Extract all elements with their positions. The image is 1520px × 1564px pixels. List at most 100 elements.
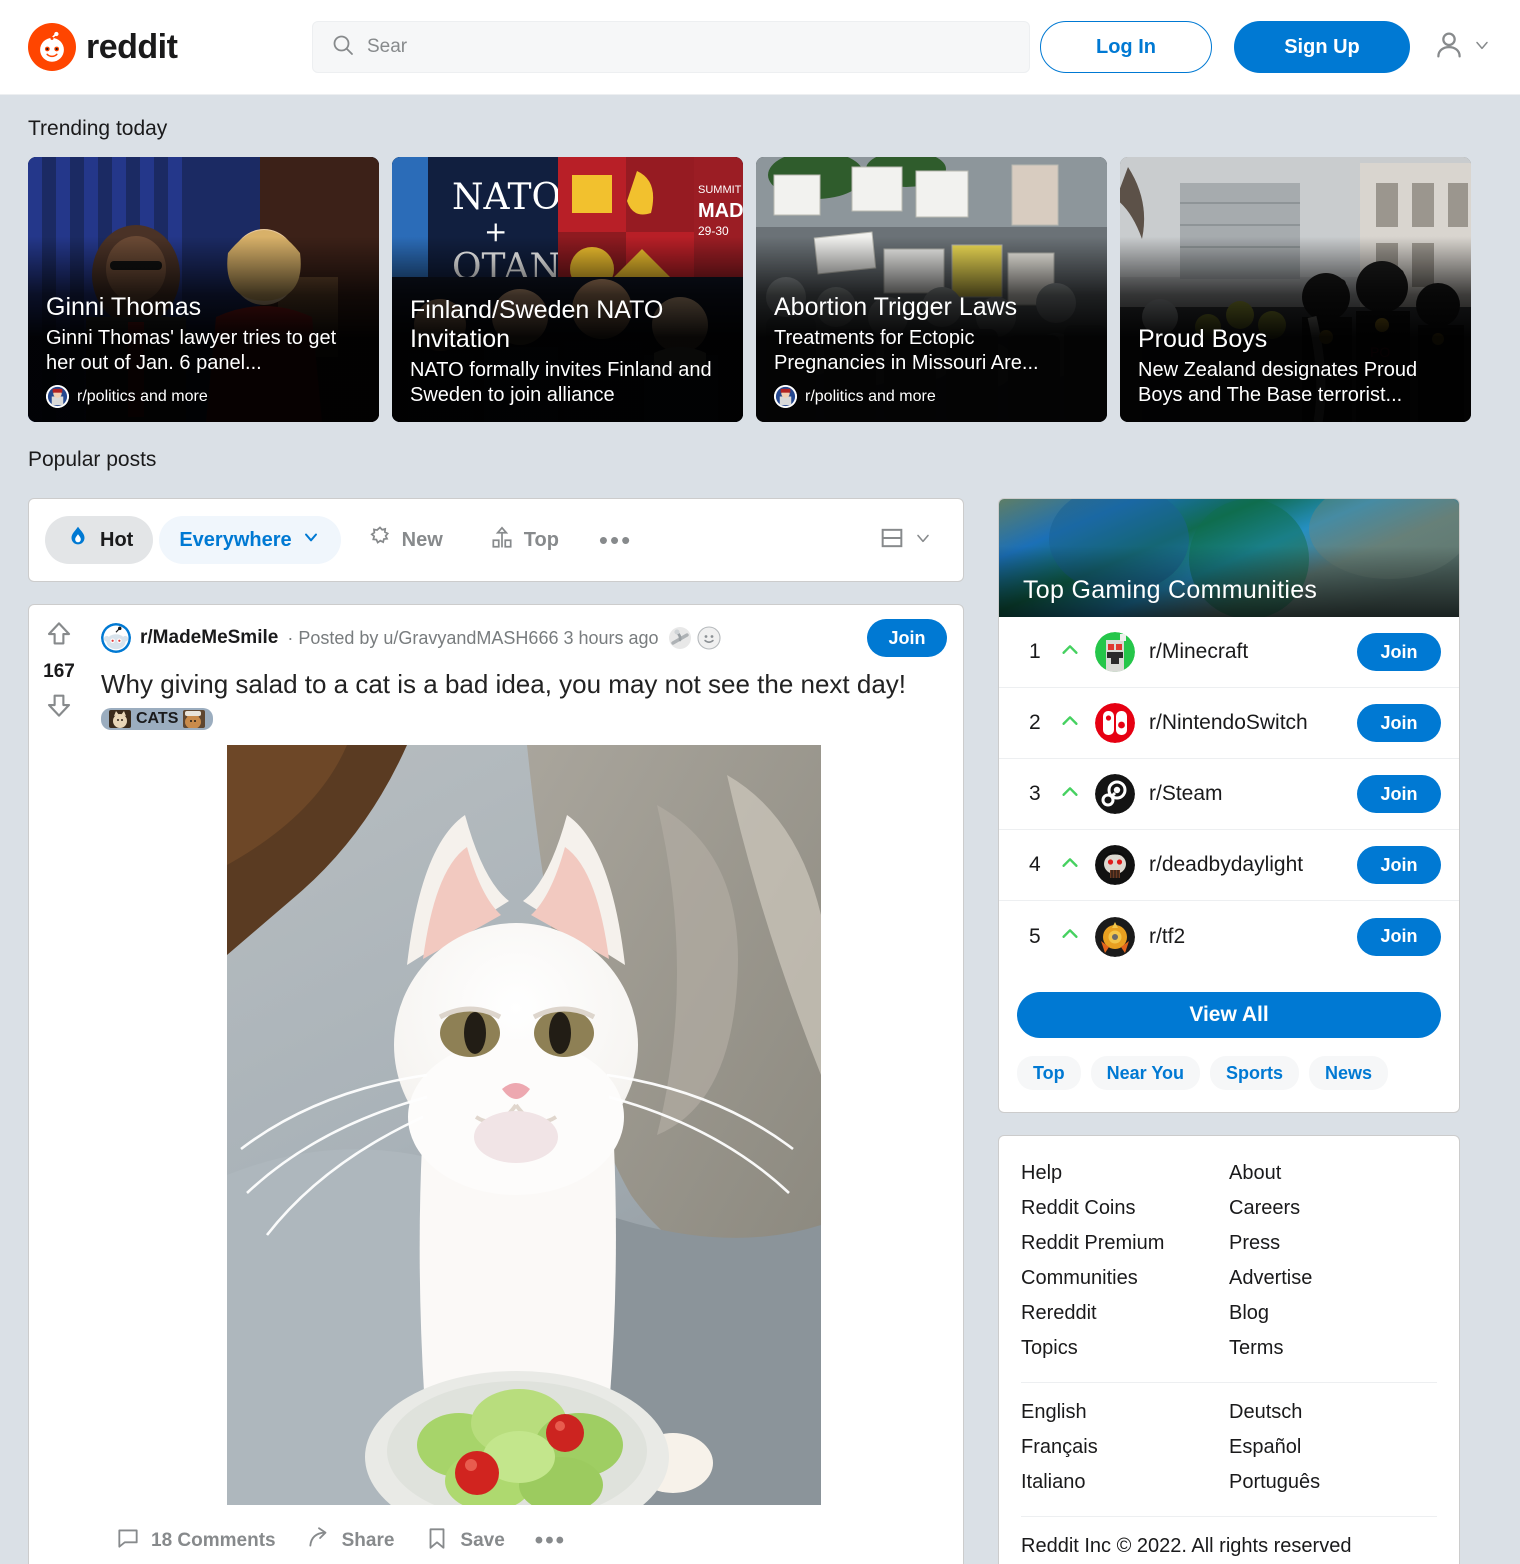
community-row[interactable]: 3 r/Steam Join xyxy=(999,759,1459,830)
trending-card[interactable]: PO Proud Boys New Zealand designates Pro… xyxy=(1120,157,1471,422)
footer-link-rereddit[interactable]: Rereddit xyxy=(1021,1302,1229,1325)
trending-cards-row: Ginni Thomas Ginni Thomas' lawyer tries … xyxy=(28,157,1492,422)
category-pill-news[interactable]: News xyxy=(1309,1056,1389,1090)
post-flair[interactable]: CATS xyxy=(101,708,214,731)
search-input[interactable] xyxy=(367,36,1011,58)
footer-languages: English Deutsch Français Español Italian… xyxy=(1021,1401,1437,1494)
community-name: r/Minecraft xyxy=(1149,640,1249,663)
subreddit-avatar-icon xyxy=(774,385,797,408)
footer-link-careers[interactable]: Careers xyxy=(1229,1197,1437,1220)
subreddit-label: r/politics and more xyxy=(77,387,208,405)
footer-link-communities[interactable]: Communities xyxy=(1021,1267,1229,1290)
footer-link-press[interactable]: Press xyxy=(1229,1232,1437,1255)
category-pill-near-you[interactable]: Near You xyxy=(1090,1056,1201,1090)
trending-card[interactable]: Abortion Trigger Laws Treatments for Ect… xyxy=(756,157,1107,422)
footer-link-help[interactable]: Help xyxy=(1021,1162,1229,1185)
language-link-portugues[interactable]: Português xyxy=(1229,1471,1437,1494)
sort-new-button[interactable]: New xyxy=(347,516,463,564)
trending-card-description: Treatments for Ectopic Pregnancies in Mi… xyxy=(774,327,1039,374)
sort-top-label: Top xyxy=(523,528,559,551)
comment-bubble-icon xyxy=(115,1525,141,1557)
reddit-home-logo[interactable]: reddit xyxy=(28,23,278,71)
sort-top-button[interactable]: Top xyxy=(469,516,579,564)
user-account-menu[interactable] xyxy=(1432,28,1492,67)
user-avatar-icon xyxy=(1432,28,1466,67)
join-community-button[interactable]: Join xyxy=(1357,846,1441,884)
steam-logo-icon xyxy=(1095,774,1135,814)
footer-link-reddit-coins[interactable]: Reddit Coins xyxy=(1021,1197,1229,1220)
post-share-button[interactable]: Share xyxy=(296,1517,405,1564)
reddit-wordmark: reddit xyxy=(86,27,178,66)
top-navigation-bar: reddit Log In Sign Up xyxy=(0,0,1520,95)
log-in-button[interactable]: Log In xyxy=(1040,21,1212,73)
join-subreddit-button[interactable]: Join xyxy=(867,619,947,657)
sparkle-icon xyxy=(367,524,393,556)
trending-card[interactable]: Ginni Thomas Ginni Thomas' lawyer tries … xyxy=(28,157,379,422)
language-link-deutsch[interactable]: Deutsch xyxy=(1229,1401,1437,1424)
community-row[interactable]: 1 r/Minecraft Join xyxy=(999,617,1459,688)
language-link-francais[interactable]: Français xyxy=(1021,1436,1229,1459)
search-bar[interactable] xyxy=(312,21,1030,73)
location-filter-button[interactable]: Everywhere xyxy=(159,516,341,564)
trending-card[interactable]: NATO + OTAN SUMMIT MAD 29-30 xyxy=(392,157,743,422)
footer-divider xyxy=(1021,1382,1437,1383)
footer-link-topics[interactable]: Topics xyxy=(1021,1337,1229,1360)
post-flair-label: CATS xyxy=(136,710,179,728)
sort-more-options-button[interactable]: ••• xyxy=(585,527,646,553)
trending-card-subreddit[interactable]: r/politics and more xyxy=(774,385,1089,408)
community-rank: 2 xyxy=(1029,711,1041,734)
footer-link-advertise[interactable]: Advertise xyxy=(1229,1267,1437,1290)
community-row[interactable]: 2 r/NintendoSwitch Join xyxy=(999,688,1459,759)
sign-up-button[interactable]: Sign Up xyxy=(1234,21,1410,73)
award-wholesome-icon xyxy=(696,626,721,650)
upvote-arrow-icon[interactable] xyxy=(44,619,74,654)
community-row[interactable]: 5 r/tf2 Join xyxy=(999,901,1459,972)
post-awards[interactable] xyxy=(668,626,721,650)
post-feed: Hot Everywhere New Top ••• 167 r/MadeMeS… xyxy=(28,498,964,1564)
join-community-button[interactable]: Join xyxy=(1357,917,1441,956)
trending-card-subreddit[interactable]: r/politics and more xyxy=(46,385,361,408)
footer-link-reddit-premium[interactable]: Reddit Premium xyxy=(1021,1232,1229,1255)
post-title[interactable]: Why giving salad to a cat is a bad idea,… xyxy=(101,669,947,700)
trending-card-description: NATO formally invites Finland and Sweden… xyxy=(410,359,712,406)
post-image[interactable] xyxy=(227,745,821,1506)
footer-link-terms[interactable]: Terms xyxy=(1229,1337,1437,1360)
post-more-options-button[interactable]: ••• xyxy=(525,1521,576,1561)
language-link-english[interactable]: English xyxy=(1021,1401,1229,1424)
post-subreddit-link[interactable]: r/MadeMeSmile xyxy=(140,627,278,649)
share-arrow-icon xyxy=(306,1525,332,1557)
feed-view-selector[interactable] xyxy=(878,524,947,557)
footer-links: Help About Reddit Coins Careers Reddit P… xyxy=(1021,1162,1437,1360)
post-save-button[interactable]: Save xyxy=(414,1517,514,1564)
view-all-communities-button[interactable]: View All xyxy=(1017,992,1441,1038)
community-rank: 5 xyxy=(1029,924,1041,948)
community-name: r/deadbydaylight xyxy=(1149,853,1304,876)
community-name: r/Steam xyxy=(1149,782,1223,805)
language-link-italiano[interactable]: Italiano xyxy=(1021,1471,1229,1494)
category-pill-top[interactable]: Top xyxy=(1017,1056,1081,1090)
footer-divider xyxy=(1021,1516,1437,1517)
post-card: 167 r/MadeMeSmile · Posted by u/Gravyand… xyxy=(28,604,964,1564)
footer-link-blog[interactable]: Blog xyxy=(1229,1302,1437,1325)
join-community-button[interactable]: Join xyxy=(1357,633,1441,671)
community-row[interactable]: 4 r/deadbydaylight Join xyxy=(999,830,1459,901)
post-comments-button[interactable]: 18 Comments xyxy=(105,1517,286,1564)
sort-hot-button[interactable]: Hot xyxy=(45,516,154,564)
subreddit-label: r/politics and more xyxy=(805,387,936,405)
search-icon xyxy=(331,33,355,62)
chevron-down-icon xyxy=(301,527,321,553)
join-community-button[interactable]: Join xyxy=(1357,775,1441,813)
award-silver-icon xyxy=(668,626,692,650)
trending-card-description: Ginni Thomas' lawyer tries to get her ou… xyxy=(46,327,337,374)
gaming-banner: Top Gaming Communities xyxy=(999,499,1459,617)
sort-new-label: New xyxy=(401,528,443,551)
category-pill-sports[interactable]: Sports xyxy=(1210,1056,1300,1090)
language-link-espanol[interactable]: Español xyxy=(1229,1436,1437,1459)
chevron-up-icon xyxy=(1059,852,1081,879)
footer-link-about[interactable]: About xyxy=(1229,1162,1437,1185)
downvote-arrow-icon[interactable] xyxy=(44,690,74,725)
chevron-up-icon xyxy=(1059,923,1081,950)
sidebar: Top Gaming Communities 1 r/Minecraft Joi… xyxy=(998,498,1460,1564)
join-community-button[interactable]: Join xyxy=(1357,704,1441,742)
footer-copyright: Reddit Inc © 2022. All rights reserved xyxy=(1021,1535,1352,1557)
